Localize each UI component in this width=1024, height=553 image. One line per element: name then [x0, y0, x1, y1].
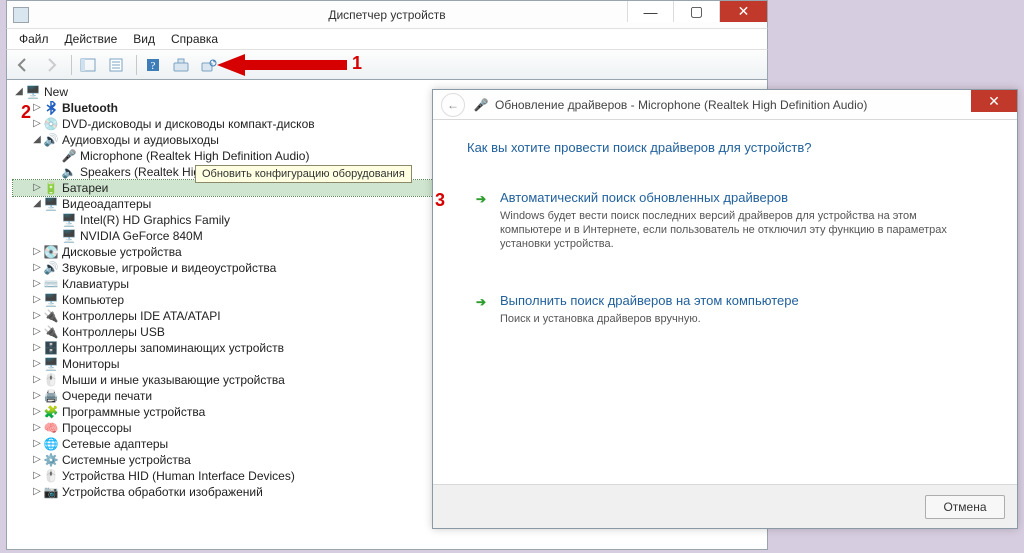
- tree-label: Контроллеры USB: [62, 324, 165, 340]
- option-description: Поиск и установка драйверов вручную.: [500, 312, 970, 326]
- arrow-right-icon: ➔: [476, 295, 486, 309]
- option-browse-computer[interactable]: ➔ Выполнить поиск драйверов на этом комп…: [467, 282, 983, 339]
- cancel-button[interactable]: Отмена: [925, 495, 1005, 519]
- sound-icon: 🔊: [43, 260, 59, 276]
- wizard-question: Как вы хотите провести поиск драйверов д…: [467, 140, 983, 155]
- system-icon: ⚙️: [43, 452, 59, 468]
- tree-label: Видеоадаптеры: [62, 196, 151, 212]
- menu-bar: Файл Действие Вид Справка: [6, 28, 768, 50]
- wizard-footer: Отмена: [433, 484, 1017, 528]
- battery-icon: 🔋: [43, 180, 59, 196]
- option-heading: Автоматический поиск обновленных драйвер…: [500, 190, 970, 205]
- show-hide-tree-button[interactable]: [76, 53, 100, 77]
- software-device-icon: 🧩: [43, 404, 59, 420]
- option-heading: Выполнить поиск драйверов на этом компью…: [500, 293, 970, 308]
- back-button[interactable]: [11, 53, 35, 77]
- tree-label: Очереди печати: [62, 388, 152, 404]
- tree-label: Bluetooth: [62, 100, 118, 116]
- gpu-icon: 🖥️: [61, 228, 77, 244]
- window-controls: — ▢ ✕: [627, 1, 767, 22]
- help-button[interactable]: ?: [141, 53, 165, 77]
- toolbar: ? 1: [6, 50, 768, 80]
- usb-icon: 🔌: [43, 324, 59, 340]
- tree-label: DVD-дисководы и дисководы компакт-дисков: [62, 116, 315, 132]
- network-icon: 🌐: [43, 436, 59, 452]
- audio-icon: 🔊: [43, 132, 59, 148]
- arrow-right-icon: ➔: [476, 192, 486, 206]
- tree-label: Системные устройства: [62, 452, 191, 468]
- mouse-icon: 🖱️: [43, 372, 59, 388]
- option-auto-search[interactable]: ➔ Автоматический поиск обновленных драйв…: [467, 179, 983, 264]
- maximize-button[interactable]: ▢: [673, 1, 719, 22]
- minimize-button[interactable]: —: [627, 1, 673, 22]
- wizard-title: Обновление драйверов - Microphone (Realt…: [495, 98, 867, 112]
- menu-action[interactable]: Действие: [57, 30, 126, 48]
- dm-titlebar[interactable]: Диспетчер устройств — ▢ ✕: [6, 0, 768, 28]
- display-adapter-icon: 🖥️: [43, 196, 59, 212]
- hid-icon: 🖱️: [43, 468, 59, 484]
- tree-label: Intel(R) HD Graphics Family: [80, 212, 230, 228]
- tree-label: Устройства HID (Human Interface Devices): [62, 468, 295, 484]
- tree-label: Компьютер: [62, 292, 124, 308]
- controller-icon: 🔌: [43, 308, 59, 324]
- tree-label: Программные устройства: [62, 404, 205, 420]
- close-button[interactable]: ✕: [719, 1, 767, 22]
- tree-label: Мониторы: [62, 356, 119, 372]
- wizard-body: Как вы хотите провести поиск драйверов д…: [433, 120, 1017, 480]
- menu-help[interactable]: Справка: [163, 30, 226, 48]
- menu-file[interactable]: Файл: [11, 30, 57, 48]
- keyboard-icon: ⌨️: [43, 276, 59, 292]
- window-icon: [13, 7, 29, 23]
- annotation-number-1: 1: [352, 53, 362, 74]
- tree-label: Процессоры: [62, 420, 132, 436]
- tree-label: Аудиовходы и аудиовыходы: [62, 132, 219, 148]
- option-description: Windows будет вести поиск последних верс…: [500, 209, 970, 251]
- disk-icon: 💽: [43, 244, 59, 260]
- cpu-icon: 🧠: [43, 420, 59, 436]
- disc-icon: 💿: [43, 116, 59, 132]
- storage-icon: 🗄️: [43, 340, 59, 356]
- back-button[interactable]: ←: [441, 93, 465, 117]
- properties-icon[interactable]: [104, 53, 128, 77]
- tree-label: Мыши и иные указывающие устройства: [62, 372, 285, 388]
- svg-text:?: ?: [151, 60, 156, 72]
- scan-hardware-button[interactable]: [169, 53, 193, 77]
- device-icon: 🎤: [473, 97, 489, 113]
- microphone-icon: 🎤: [61, 148, 77, 164]
- printer-icon: 🖨️: [43, 388, 59, 404]
- bluetooth-icon: [43, 100, 59, 116]
- tree-label: Дисковые устройства: [62, 244, 182, 260]
- imaging-icon: 📷: [43, 484, 59, 500]
- tree-label: Звуковые, игровые и видеоустройства: [62, 260, 276, 276]
- annotation-arrow-icon: [217, 52, 347, 78]
- computer-icon: 🖥️: [43, 292, 59, 308]
- speaker-icon: 🔈: [61, 164, 77, 180]
- tree-label: Microphone (Realtek High Definition Audi…: [80, 148, 309, 164]
- toolbar-tooltip: Обновить конфигурацию оборудования: [195, 165, 412, 183]
- toolbar-separator: [136, 55, 137, 75]
- annotation-number-3: 3: [435, 190, 445, 211]
- tree-label: Сетевые адаптеры: [62, 436, 168, 452]
- toolbar-separator: [71, 55, 72, 75]
- tree-label: Контроллеры запоминающих устройств: [62, 340, 284, 356]
- forward-button[interactable]: [39, 53, 63, 77]
- tree-label: Батареи: [62, 180, 108, 196]
- tree-label: New: [44, 84, 68, 100]
- computer-icon: 🖥️: [25, 84, 41, 100]
- update-driver-dialog: ← 🎤 Обновление драйверов - Microphone (R…: [432, 89, 1018, 529]
- tree-label: Устройства обработки изображений: [62, 484, 263, 500]
- wizard-titlebar[interactable]: ← 🎤 Обновление драйверов - Microphone (R…: [433, 90, 1017, 120]
- monitor-icon: 🖥️: [43, 356, 59, 372]
- tree-label: NVIDIA GeForce 840M: [80, 228, 203, 244]
- menu-view[interactable]: Вид: [125, 30, 163, 48]
- close-button[interactable]: ✕: [971, 90, 1017, 112]
- tree-label: Клавиатуры: [62, 276, 129, 292]
- tree-label: Контроллеры IDE ATA/ATAPI: [62, 308, 221, 324]
- window-title: Диспетчер устройств: [328, 8, 445, 22]
- gpu-icon: 🖥️: [61, 212, 77, 228]
